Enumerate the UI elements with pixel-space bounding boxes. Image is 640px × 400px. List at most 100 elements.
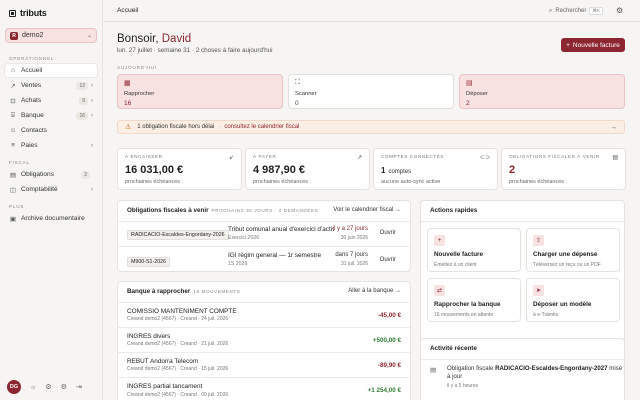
divider — [118, 327, 412, 328]
theme-icon[interactable]: ☼ — [30, 384, 36, 391]
reconcile-panel: Banque à rapprocher 16 MOUVEMENTS Aller à… — [117, 281, 412, 400]
obligations-panel: Obligations fiscales à venir PROCHAINS 30… — [117, 200, 412, 272]
kpi-comptes[interactable]: COMPTES CONNECTÉS ⊂⊃ 1 comptes aucune aut… — [373, 148, 498, 190]
kpi-sub: prochaines échéances — [253, 179, 309, 185]
open-obligation-button[interactable]: Ouvrir — [380, 230, 396, 236]
sidebar-item-label: Contacts — [21, 127, 48, 134]
movement-sub: Creand demo2 (4567) · Creand · 15 juil. … — [127, 366, 229, 372]
logout-icon[interactable]: ⇥ — [76, 383, 82, 391]
brand[interactable]: tributs — [9, 8, 47, 18]
gear-icon[interactable]: ⚙ — [61, 383, 67, 391]
alert-link[interactable]: consultez le calendrier fiscal — [224, 124, 299, 130]
kpi-encaisser[interactable]: À ENCAISSER ↙ 16 031,00 € prochaines éch… — [117, 148, 242, 190]
sidebar-item-comptabilite[interactable]: ◫ Comptabilité › — [5, 183, 97, 196]
doc-icon: ▤ — [9, 171, 17, 179]
activity-time: il y a 5 heures — [447, 383, 479, 389]
chevron-right-icon: › — [91, 112, 93, 119]
payroll-icon: ≡ — [11, 142, 15, 149]
movement-sub: Creand demo2 (4567) · Creand · 21 juil. … — [127, 341, 229, 347]
obligation-sub: Exercici 2026 — [228, 235, 260, 241]
search-button[interactable]: ⌕ Rechercher ⌘K — [549, 4, 609, 18]
quick-upload-expense[interactable]: ⇪ Charger une dépense Téléversez un reçu… — [526, 228, 620, 272]
quick-title: Charger une dépense — [533, 251, 598, 258]
panel-title: Obligations fiscales à venir PROCHAINS 30… — [127, 207, 318, 214]
greeting-name: David — [161, 33, 192, 45]
sidebar-item-banque[interactable]: ⌸ Banque 16 › — [5, 109, 97, 122]
movement-name: INGRES divers — [127, 333, 171, 340]
sidebar-item-ventes[interactable]: ↗ Ventes 12 › — [5, 79, 97, 92]
sidebar-item-obligations[interactable]: ▤ Obligations 2 — [5, 168, 97, 181]
cart-icon: ⊡ — [10, 97, 16, 105]
kpi-value: 1 comptes — [381, 166, 411, 175]
quick-reconcile-bank[interactable]: ⇄ Rapprocher la banque 16 mouvements en … — [427, 278, 521, 322]
alert-text: 1 obligation fiscale hors délai — [137, 124, 215, 130]
obligation-date: 30 juin 2026 — [340, 235, 368, 241]
bank-link[interactable]: Aller à la banque → — [348, 288, 401, 294]
document-icon: ▤ — [466, 80, 473, 87]
plus-icon: + — [434, 235, 445, 246]
arrow-down-left-icon: ↙ — [228, 155, 234, 161]
sidebar-item-paies[interactable]: ≡ Paies › — [5, 139, 97, 152]
fiscal-calendar-link[interactable]: Voir le calendrier fiscal → — [333, 207, 401, 213]
avatar[interactable]: DG — [7, 380, 21, 394]
home-icon: ⌂ — [11, 67, 15, 74]
kpi-label: COMPTES CONNECTÉS — [381, 154, 445, 159]
date-subline: lun. 27 juillet · semaine 31 · 2 choses … — [117, 47, 273, 54]
quick-new-invoice[interactable]: + Nouvelle facture Émettez à un client — [427, 228, 521, 272]
quick-title: Rapprocher la banque — [434, 301, 501, 308]
obligation-code: RADICACIO-Escaldes-Engordany-2026 — [127, 230, 229, 240]
overdue-alert[interactable]: ⚠ 1 obligation fiscale hors délai · cons… — [117, 120, 625, 134]
tile-scanner[interactable]: ⛶ Scanner 0 — [288, 74, 454, 109]
upload-icon: ⇪ — [533, 235, 544, 246]
tile-deposer[interactable]: ▤ Déposer 2 — [459, 74, 625, 109]
workspace-badge: R — [10, 31, 18, 40]
quick-title: Déposer un modèle — [533, 301, 592, 308]
movement-amount: -89,90 € — [377, 362, 401, 369]
nav-section-operational: OPERATIONNEL — [9, 56, 55, 61]
sidebar-item-accueil[interactable]: ⌂ Accueil — [5, 64, 97, 77]
count-badge: 16 — [76, 111, 88, 120]
quick-file-model[interactable]: ➤ Déposer un modèle à e-Tràmits — [526, 278, 620, 322]
tile-value: 16 — [124, 100, 132, 107]
sidebar-item-label: Accueil — [21, 67, 43, 74]
sidebar-item-archive[interactable]: ▣ Archive documentaire — [5, 212, 97, 225]
tile-label: Rapprocher — [124, 91, 155, 97]
new-invoice-button[interactable]: + Nouvelle facture — [561, 38, 625, 52]
sidebar: tributs R demo2 ⌄ OPERATIONNEL ⌂ Accueil… — [0, 0, 103, 400]
arrow-up-right-icon: ↗ — [356, 155, 362, 161]
movement-amount: +1 254,00 € — [367, 387, 401, 394]
kpi-payer[interactable]: À PAYER ↗ 4 987,90 € prochaines échéance… — [245, 148, 370, 190]
settings-icon[interactable]: ⚙ — [45, 383, 51, 391]
breadcrumb: Accueil — [117, 7, 139, 14]
tile-rapprocher[interactable]: ▦ Rapprocher 16 — [117, 74, 283, 109]
activity-text: Obligation fiscale — [447, 365, 496, 372]
sidebar-item-contacts[interactable]: ☺ Contacts — [5, 124, 97, 137]
sidebar-footer: DG ☼ ⚙ ⚙ ⇥ — [7, 380, 82, 394]
kpi-obligations[interactable]: OBLIGATIONS FISCALES À VENIR ▤ 2 prochai… — [501, 148, 626, 190]
link-text: Voir le calendrier fiscal — [333, 207, 394, 213]
kpi-number: 1 — [381, 166, 386, 175]
sidebar-item-label: Paies — [21, 142, 38, 149]
new-invoice-label: Nouvelle facture — [572, 41, 620, 49]
panel-title-text: Obligations fiscales à venir — [127, 207, 209, 214]
sidebar-item-label: Achats — [21, 97, 42, 104]
settings-gear-icon[interactable]: ⚙ — [616, 6, 623, 15]
kpi-value: 16 031,00 € — [125, 164, 184, 176]
document-icon: ▤ — [430, 367, 437, 374]
separator: · — [218, 124, 221, 130]
quick-sub: 16 mouvements en attente — [434, 312, 494, 318]
bank-icon: ⌸ — [11, 111, 15, 119]
chevron-updown-icon: ⌄ — [86, 33, 92, 39]
kpi-sub: aucune auto-sync active — [381, 179, 441, 185]
workspace-switcher[interactable]: R demo2 ⌄ — [5, 28, 97, 43]
open-obligation-button[interactable]: Ouvrir — [380, 257, 396, 263]
search-label: Rechercher — [555, 8, 587, 14]
sidebar-item-achats[interactable]: ⊡ Achats 9 › — [5, 94, 97, 107]
search-icon: ⌕ — [549, 7, 553, 14]
workspace-name: demo2 — [22, 32, 44, 39]
sidebar-item-label: Obligations — [21, 171, 54, 178]
movement-amount: +500,00 € — [372, 337, 401, 344]
activity-item[interactable]: Obligation fiscale RADICACIO-Escaldes-En… — [447, 365, 627, 381]
link-text: Aller à la banque — [348, 288, 394, 294]
sidebar-item-label: Archive documentaire — [21, 215, 85, 222]
